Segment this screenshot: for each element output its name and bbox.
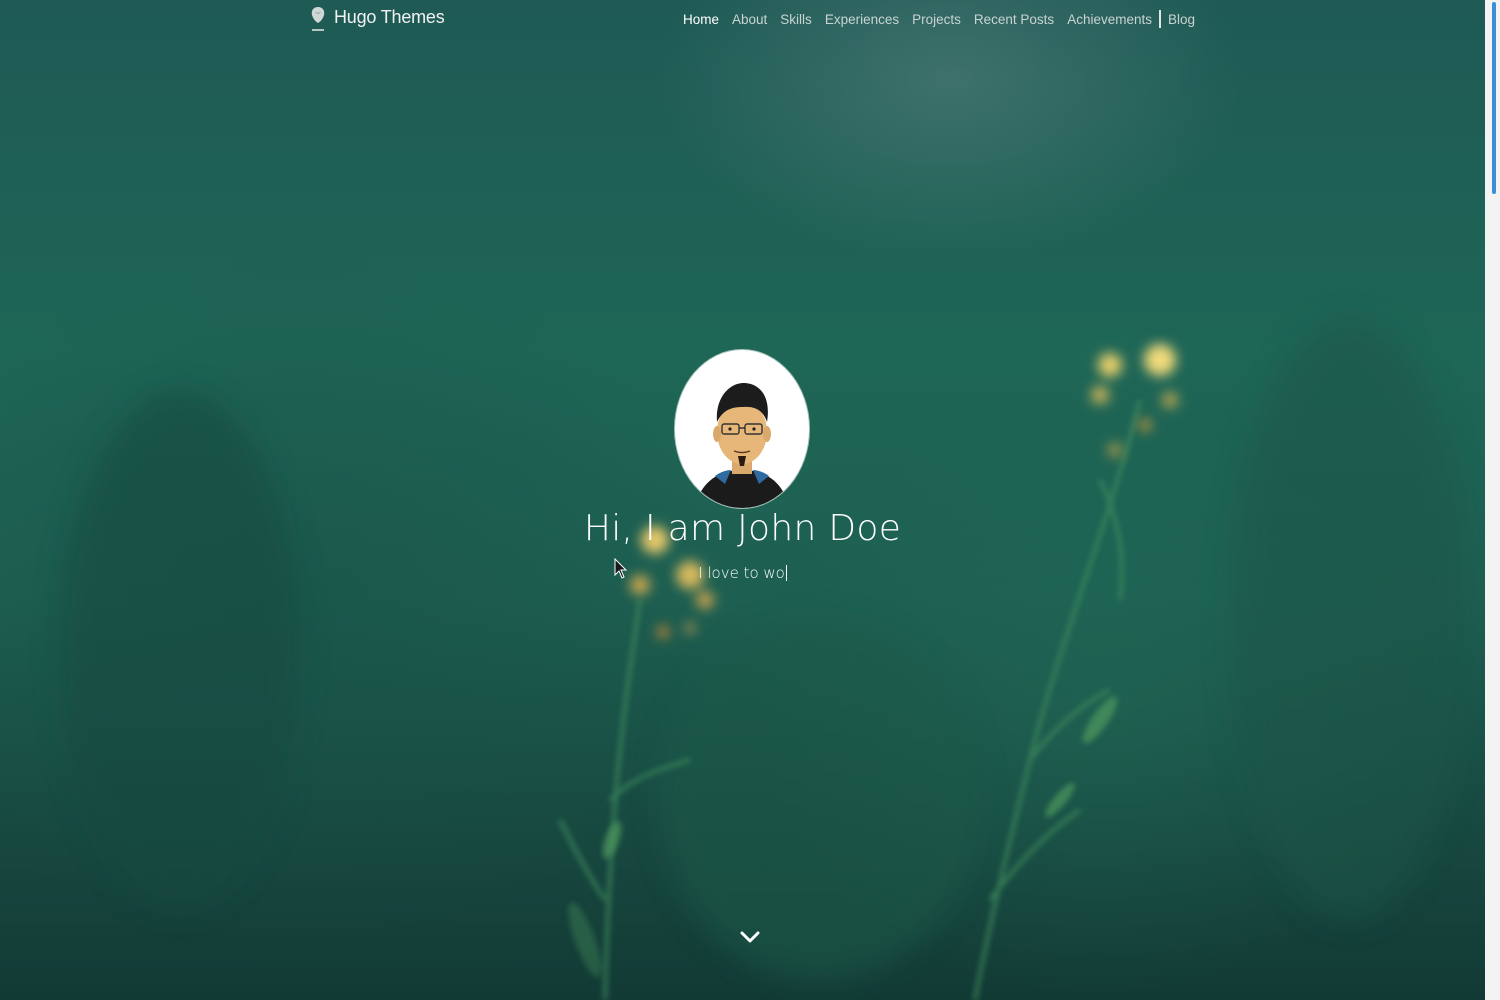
- nav-item-about[interactable]: About: [732, 12, 767, 27]
- hugo-logo-icon: [311, 7, 325, 31]
- page: Hugo Themes Home About Skills Experience…: [0, 0, 1500, 1000]
- nav-item-projects[interactable]: Projects: [912, 12, 961, 27]
- nav-item-skills[interactable]: Skills: [780, 12, 812, 27]
- scrollbar-thumb[interactable]: [1492, 2, 1496, 194]
- nav-divider: [1158, 10, 1161, 28]
- hero-subtitle-typed: I love to wo: [0, 564, 1485, 582]
- hero-title: Hi, I am John Doe: [583, 508, 902, 549]
- typing-caret: [785, 565, 787, 581]
- hero-subtitle: I love to wo: [698, 564, 785, 582]
- avatar-illustration: [697, 382, 787, 508]
- nav-item-home[interactable]: Home: [683, 12, 719, 27]
- brand[interactable]: Hugo Themes: [308, 5, 445, 35]
- nav-item-blog[interactable]: Blog: [1168, 12, 1195, 27]
- scrollbar[interactable]: [1485, 0, 1500, 1000]
- mouse-cursor-icon: [614, 558, 628, 579]
- avatar: [675, 350, 809, 508]
- brand-name: Hugo Themes: [334, 6, 445, 27]
- nav-item-experiences[interactable]: Experiences: [825, 12, 899, 27]
- nav-menu: Home About Skills Experiences Projects R…: [683, 10, 1208, 28]
- navbar: Hugo Themes Home About Skills Experience…: [0, 0, 1485, 38]
- nav-item-achievements[interactable]: Achievements: [1067, 12, 1152, 27]
- chevron-down-icon[interactable]: [738, 927, 762, 947]
- nav-item-recent-posts[interactable]: Recent Posts: [974, 12, 1054, 27]
